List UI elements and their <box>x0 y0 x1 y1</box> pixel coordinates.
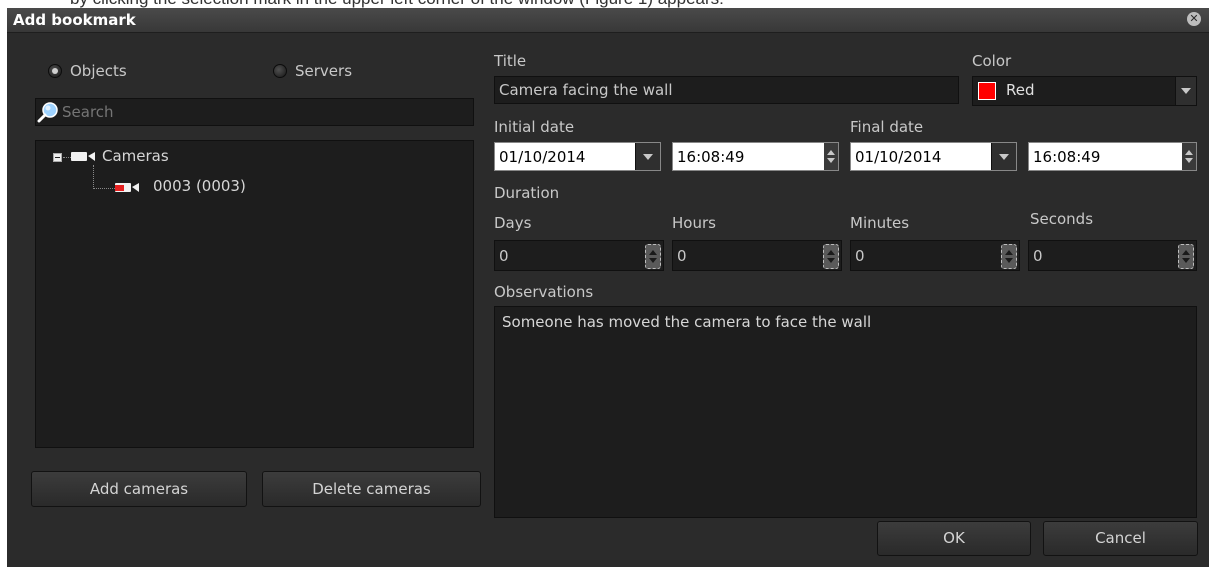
days-label: Days <box>494 214 532 232</box>
minutes-field[interactable] <box>850 240 1020 271</box>
final-time-input[interactable] <box>1029 143 1181 170</box>
background-document-text: by clicking the selection mark in the up… <box>0 0 1216 8</box>
tree-item-cameras[interactable]: Cameras <box>102 147 169 165</box>
add-cameras-button[interactable]: Add cameras <box>31 471 247 507</box>
initial-time-field[interactable] <box>672 142 839 171</box>
color-value: Red <box>1006 81 1035 99</box>
hours-spinner-icon[interactable] <box>823 244 839 269</box>
days-spinner-icon[interactable] <box>645 244 661 269</box>
observations-label: Observations <box>494 283 594 301</box>
radio-objects[interactable]: Objects <box>48 62 127 80</box>
minutes-spinner-icon[interactable] <box>1001 244 1017 269</box>
radio-objects-label: Objects <box>70 62 127 80</box>
collapse-icon[interactable] <box>53 153 62 162</box>
ok-button[interactable]: OK <box>877 521 1031 556</box>
observations-text[interactable]: Someone has moved the camera to face the… <box>502 313 871 331</box>
final-date-field[interactable] <box>850 142 1017 171</box>
background-text: by clicking the selection mark in the up… <box>70 0 724 8</box>
initial-time-input[interactable] <box>673 143 823 170</box>
tree-connector <box>93 188 115 189</box>
add-bookmark-dialog: Add bookmark ✕ Objects Servers Cameras <box>7 8 1209 567</box>
title-label: Title <box>494 52 527 70</box>
object-tree[interactable]: Cameras 0003 (0003) <box>35 140 474 448</box>
final-date-input[interactable] <box>851 143 993 170</box>
observations-textarea[interactable]: Someone has moved the camera to face the… <box>494 306 1197 518</box>
color-dropdown[interactable]: Red <box>972 76 1197 106</box>
final-time-field[interactable] <box>1028 142 1197 171</box>
close-icon[interactable]: ✕ <box>1187 12 1201 26</box>
radio-servers[interactable]: Servers <box>273 62 352 80</box>
seconds-label: Seconds <box>1030 210 1094 228</box>
days-field[interactable] <box>494 240 664 271</box>
title-field[interactable] <box>494 76 959 104</box>
time-spinner-icon[interactable] <box>824 143 838 170</box>
seconds-input[interactable] <box>1029 241 1169 270</box>
calendar-dropdown-icon[interactable] <box>635 143 660 170</box>
delete-cameras-button[interactable]: Delete cameras <box>262 471 481 507</box>
seconds-field[interactable] <box>1028 240 1197 271</box>
hours-field[interactable] <box>672 240 842 271</box>
search-field[interactable] <box>35 98 474 126</box>
color-swatch <box>978 82 996 100</box>
radio-indicator <box>48 64 62 78</box>
dialog-titlebar: Add bookmark ✕ <box>7 8 1209 33</box>
calendar-dropdown-icon[interactable] <box>991 143 1016 170</box>
minutes-input[interactable] <box>851 241 991 270</box>
seconds-spinner-icon[interactable] <box>1178 244 1194 269</box>
search-input[interactable] <box>36 99 473 125</box>
color-label: Color <box>972 52 1012 70</box>
hours-label: Hours <box>672 214 716 232</box>
radio-indicator <box>273 64 287 78</box>
time-spinner-icon[interactable] <box>1182 143 1196 170</box>
radio-servers-label: Servers <box>295 62 353 80</box>
search-icon <box>37 102 58 123</box>
cancel-button[interactable]: Cancel <box>1043 521 1198 556</box>
chevron-down-icon[interactable] <box>1175 77 1196 105</box>
duration-label: Duration <box>494 184 560 202</box>
final-date-label: Final date <box>850 118 924 136</box>
hours-input[interactable] <box>673 241 813 270</box>
initial-date-input[interactable] <box>495 143 637 170</box>
title-input[interactable] <box>495 77 958 103</box>
dialog-title: Add bookmark <box>13 11 136 29</box>
initial-date-field[interactable] <box>494 142 661 171</box>
camera-icon <box>115 183 139 192</box>
camera-group-icon <box>71 152 95 161</box>
tree-connector <box>93 165 94 189</box>
days-input[interactable] <box>495 241 635 270</box>
minutes-label: Minutes <box>850 214 910 232</box>
tree-item-camera-0003[interactable]: 0003 (0003) <box>153 177 246 195</box>
initial-date-label: Initial date <box>494 118 575 136</box>
